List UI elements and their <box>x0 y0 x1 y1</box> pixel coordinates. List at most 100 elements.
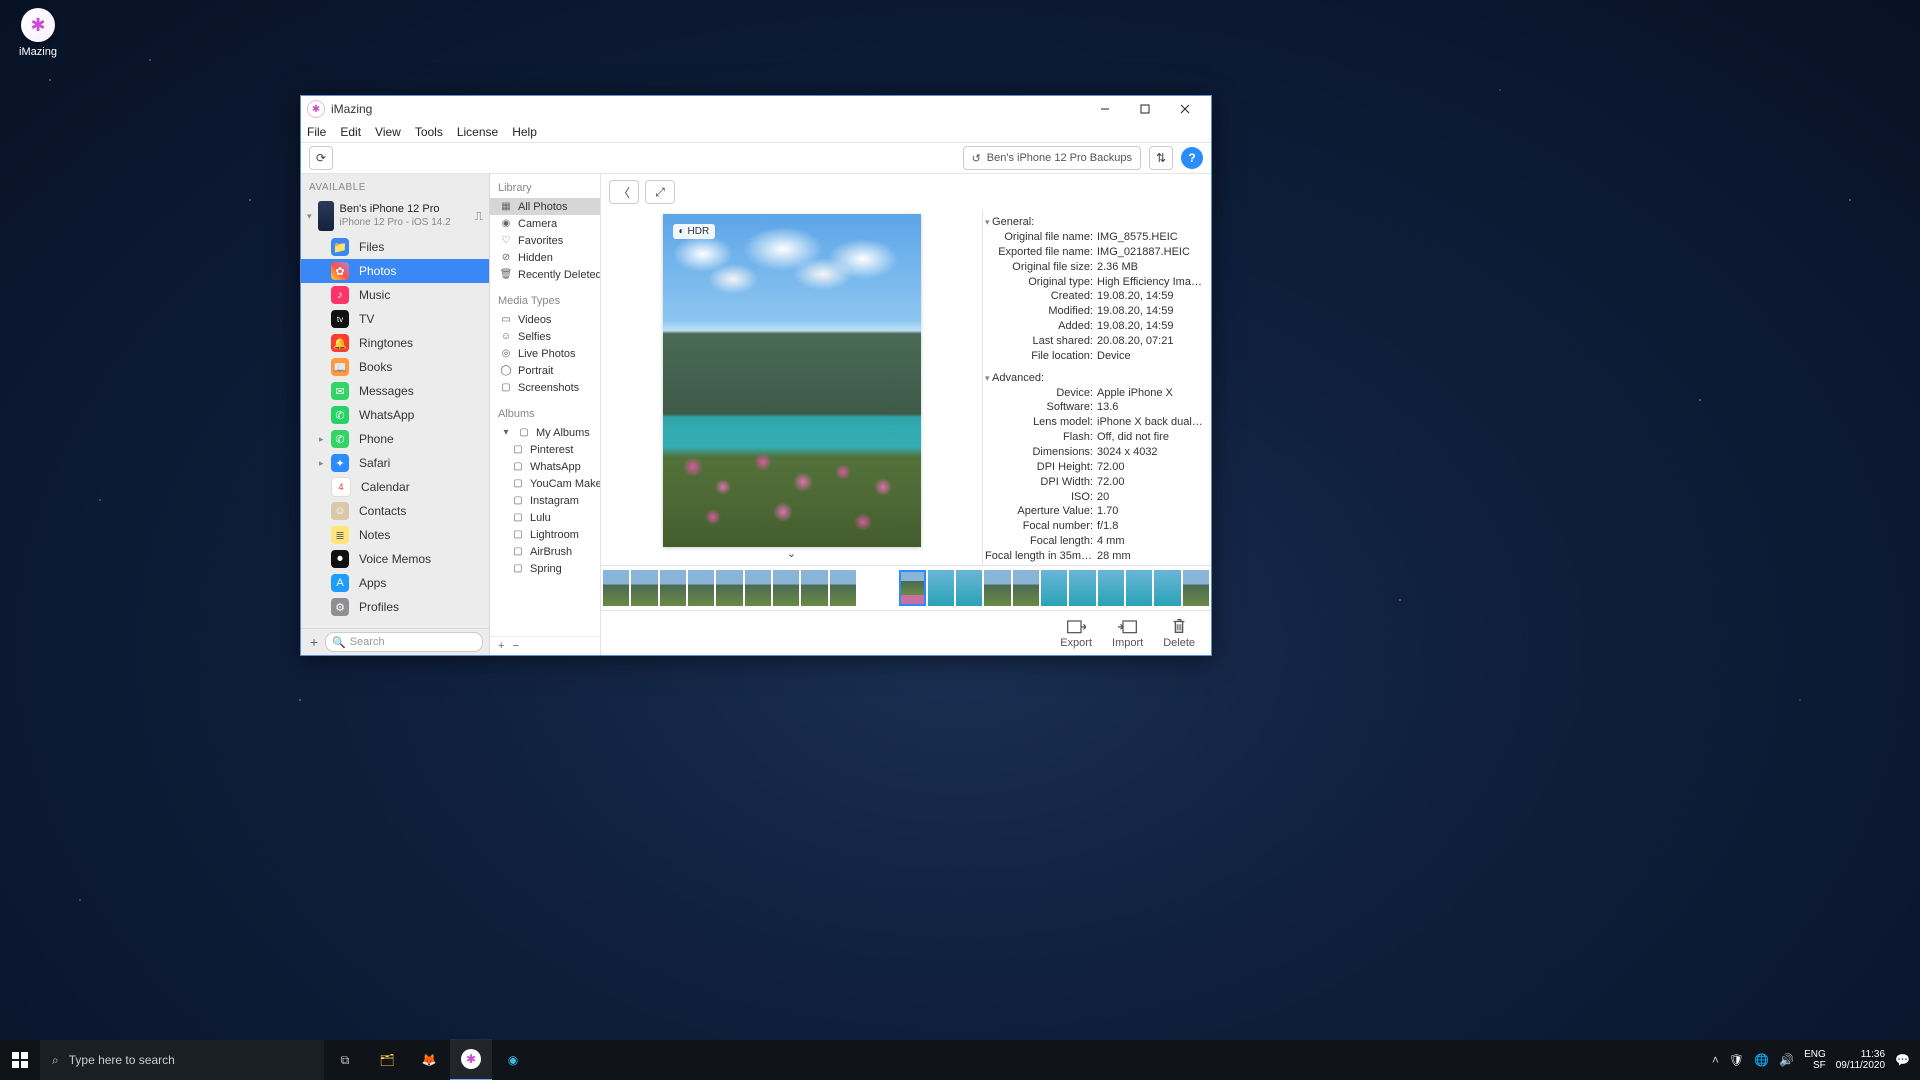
photo-preview[interactable]: ◐HDR <box>663 214 921 547</box>
thumbnail[interactable] <box>1013 570 1039 606</box>
thumbnail[interactable] <box>1126 570 1152 606</box>
thumbnail[interactable] <box>660 570 686 606</box>
general-head[interactable]: General: <box>985 214 1205 230</box>
sidebar-item-ringtones[interactable]: 🔔Ringtones <box>301 331 489 355</box>
sidebar-item-tv[interactable]: tvTV <box>301 307 489 331</box>
fullscreen-button[interactable]: ⤢ <box>645 180 675 204</box>
sidebar-item-messages[interactable]: ✉Messages <box>301 379 489 403</box>
thumbnail-selected[interactable] <box>899 570 925 606</box>
tray-volume-icon[interactable]: 🔊 <box>1779 1053 1794 1067</box>
taskbar-edge[interactable]: ◉ <box>492 1040 534 1080</box>
thumbnail[interactable] <box>773 570 799 606</box>
library-item[interactable]: ▦All Photos <box>490 198 600 215</box>
sidebar-item-music[interactable]: ♪Music <box>301 283 489 307</box>
titlebar[interactable]: ✱ iMazing <box>301 96 1211 122</box>
menu-license[interactable]: License <box>457 125 498 139</box>
backups-button[interactable]: ↺ Ben's iPhone 12 Pro Backups <box>963 146 1141 170</box>
delete-button[interactable]: Delete <box>1163 617 1195 649</box>
thumbnail[interactable] <box>716 570 742 606</box>
tray-network-icon[interactable]: 🌐 <box>1754 1053 1769 1067</box>
sync-button[interactable]: ⇅ <box>1149 146 1173 170</box>
close-button[interactable] <box>1165 96 1205 122</box>
library-item[interactable]: 🗑Recently Deleted <box>490 266 600 283</box>
sidebar-item-safari[interactable]: ▸✦Safari <box>301 451 489 475</box>
search-input[interactable]: 🔍 Search <box>325 632 483 652</box>
sidebar-item-calendar[interactable]: 4Calendar <box>301 475 489 499</box>
thumbnail-strip[interactable] <box>601 565 1211 610</box>
desktop-icon-imazing[interactable]: ✱ iMazing <box>8 8 68 58</box>
thumbnail[interactable] <box>1098 570 1124 606</box>
taskbar-explorer[interactable]: 🗂 <box>366 1040 408 1080</box>
album-item[interactable]: ▢YouCam Make... <box>490 475 600 492</box>
sidebar-item-files[interactable]: 📁Files <box>301 235 489 259</box>
sidebar-item-notes[interactable]: ≣Notes <box>301 523 489 547</box>
thumbnail[interactable] <box>830 570 856 606</box>
thumbnail[interactable] <box>631 570 657 606</box>
start-button[interactable] <box>0 1040 40 1080</box>
menu-help[interactable]: Help <box>512 125 537 139</box>
thumbnail[interactable] <box>801 570 827 606</box>
album-item[interactable]: ▢WhatsApp <box>490 458 600 475</box>
minimize-button[interactable] <box>1085 96 1125 122</box>
thumbnail[interactable] <box>1069 570 1095 606</box>
info-panel[interactable]: General: Original file name:IMG_8575.HEI… <box>982 210 1211 565</box>
library-item[interactable]: ♡Favorites <box>490 232 600 249</box>
sidebar-item-books[interactable]: 📖Books <box>301 355 489 379</box>
sidebar-item-apps[interactable]: AApps <box>301 571 489 595</box>
add-album-button[interactable]: + <box>498 640 504 652</box>
sidebar-item-photos[interactable]: ✿Photos <box>301 259 489 283</box>
advanced-head[interactable]: Advanced: <box>985 370 1205 386</box>
menu-tools[interactable]: Tools <box>415 125 443 139</box>
thumbnail[interactable] <box>688 570 714 606</box>
sidebar-item-phone[interactable]: ▸✆Phone <box>301 427 489 451</box>
album-item[interactable]: ▢Spring <box>490 560 600 577</box>
taskbar-clock[interactable]: 11:36 09/11/2020 <box>1836 1049 1885 1071</box>
import-button[interactable]: Import <box>1112 617 1143 649</box>
expand-down-button[interactable]: ⌄ <box>601 547 982 561</box>
sidebar-item-contacts[interactable]: ☺Contacts <box>301 499 489 523</box>
media-type-item[interactable]: ▢Screenshots <box>490 379 600 396</box>
tray-security-icon[interactable]: 🛡 <box>1729 1053 1744 1067</box>
thumbnail[interactable] <box>1154 570 1180 606</box>
sidebar-item-profiles[interactable]: ⚙Profiles <box>301 595 489 619</box>
sidebar-item-voice-memos[interactable]: ⏺Voice Memos <box>301 547 489 571</box>
device-row[interactable]: ▾ Ben's iPhone 12 Pro iPhone 12 Pro - iO… <box>301 197 489 235</box>
album-item[interactable]: ▢Pinterest <box>490 441 600 458</box>
my-albums-row[interactable]: ▾▢My Albums <box>490 424 600 441</box>
media-type-item[interactable]: ◯Portrait <box>490 362 600 379</box>
thumbnail[interactable] <box>1041 570 1067 606</box>
maximize-button[interactable] <box>1125 96 1165 122</box>
library-item[interactable]: ◉Camera <box>490 215 600 232</box>
thumbnail[interactable] <box>928 570 954 606</box>
menu-edit[interactable]: Edit <box>340 125 361 139</box>
menu-view[interactable]: View <box>375 125 401 139</box>
thumbnail[interactable] <box>984 570 1010 606</box>
tray-expand-icon[interactable]: ˄ <box>1712 1053 1719 1067</box>
album-item[interactable]: ▢Lightroom <box>490 526 600 543</box>
task-view-button[interactable]: ⧉ <box>324 1040 366 1080</box>
help-button[interactable]: ? <box>1181 147 1203 169</box>
thumbnail[interactable] <box>745 570 771 606</box>
sidebar-item-whatsapp[interactable]: ✆WhatsApp <box>301 403 489 427</box>
language-indicator[interactable]: ENG SF <box>1804 1049 1826 1071</box>
album-item[interactable]: ▢AirBrush <box>490 543 600 560</box>
media-type-item[interactable]: ▭Videos <box>490 311 600 328</box>
back-button[interactable]: 〈 <box>609 180 639 204</box>
menu-file[interactable]: File <box>307 125 326 139</box>
media-type-item[interactable]: ◎Live Photos <box>490 345 600 362</box>
taskbar-firefox[interactable]: 🦊 <box>408 1040 450 1080</box>
refresh-button[interactable]: ⟳ <box>309 146 333 170</box>
remove-album-button[interactable]: − <box>512 640 518 652</box>
album-item[interactable]: ▢Lulu <box>490 509 600 526</box>
taskbar-search[interactable]: ⌕ Type here to search <box>40 1040 324 1080</box>
export-button[interactable]: Export <box>1060 617 1092 649</box>
notifications-icon[interactable]: 💬 <box>1895 1053 1910 1067</box>
add-device-button[interactable]: + <box>307 634 321 650</box>
taskbar-imazing[interactable]: ✱ <box>450 1039 492 1080</box>
thumbnail[interactable] <box>956 570 982 606</box>
library-item[interactable]: ⊘Hidden <box>490 249 600 266</box>
thumbnail[interactable] <box>603 570 629 606</box>
device-items-list[interactable]: 📁Files✿Photos♪MusictvTV🔔Ringtones📖Books✉… <box>301 235 489 628</box>
thumbnail[interactable] <box>1183 570 1209 606</box>
media-type-item[interactable]: ☺Selfies <box>490 328 600 345</box>
